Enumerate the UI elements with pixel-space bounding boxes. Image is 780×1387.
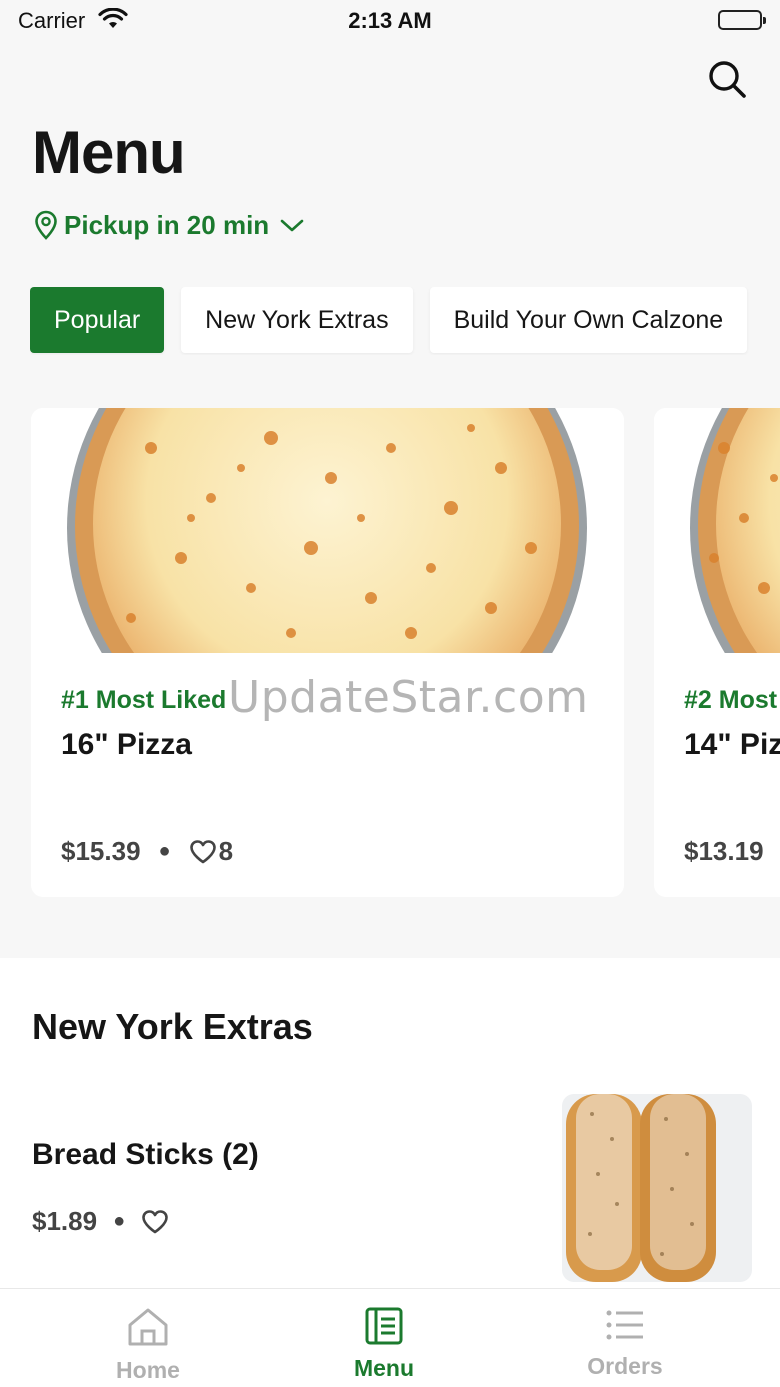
separator-dot: ● <box>158 840 171 862</box>
category-chip-build-your-own-calzone[interactable]: Build Your Own Calzone <box>429 287 748 353</box>
menu-section: New York Extras Bread Sticks (2) $1.89 ● <box>0 958 780 1298</box>
search-button[interactable] <box>706 58 748 100</box>
category-tabs: Popular New York Extras Build Your Own C… <box>30 287 780 355</box>
pizza-image <box>654 408 780 653</box>
category-chip-popular[interactable]: Popular <box>30 287 165 353</box>
tab-label: Menu <box>353 1355 415 1381</box>
card-price: $13.19 <box>684 836 764 866</box>
card-tag: #2 Most Liked <box>684 686 780 714</box>
heart-icon <box>189 839 216 863</box>
separator-dot: ● <box>113 1210 126 1232</box>
location-pin-icon <box>35 210 57 240</box>
tab-menu[interactable]: Menu <box>304 1307 464 1387</box>
status-bar: Carrier 2:13 AM <box>0 0 780 42</box>
tab-home[interactable]: Home <box>68 1307 228 1387</box>
like-count: 8 <box>218 836 234 866</box>
card-meta: $13.19 <box>684 836 764 867</box>
chevron-down-icon <box>280 219 304 232</box>
popular-card[interactable]: #1 Most Liked 16" Pizza $15.39 ● 8 <box>31 408 624 897</box>
pickup-label: Pickup in 20 min <box>64 209 270 240</box>
card-price: $15.39 <box>61 836 141 866</box>
bread-sticks-image[interactable] <box>562 1094 752 1282</box>
watermark: UpdateStar.com <box>228 672 589 723</box>
card-title: 14" Pizza <box>684 728 780 761</box>
tab-orders[interactable]: Orders <box>545 1307 705 1387</box>
battery-icon <box>718 10 766 30</box>
clock: 2:13 AM <box>348 8 432 33</box>
home-icon <box>128 1308 168 1346</box>
page-title: Menu <box>32 119 186 186</box>
tab-bar: Home Menu Orders <box>0 1288 780 1387</box>
item-price: $1.89 <box>32 1206 98 1236</box>
tab-label: Orders <box>587 1353 663 1379</box>
popular-carousel: #1 Most Liked 16" Pizza $15.39 ● 8 #2 Mo… <box>31 408 780 898</box>
card-tag: #1 Most Liked <box>61 686 227 714</box>
popular-card[interactable]: #2 Most Liked 14" Pizza $13.19 <box>654 408 780 897</box>
pizza-image <box>31 408 624 653</box>
search-icon <box>709 61 746 98</box>
like-button[interactable]: 8 <box>189 836 233 867</box>
list-icon <box>606 1310 643 1340</box>
item-name[interactable]: Bread Sticks (2) <box>32 1138 259 1172</box>
item-meta: $1.89 ● <box>32 1206 169 1237</box>
category-chip-new-york-extras[interactable]: New York Extras <box>181 287 413 353</box>
heart-icon[interactable] <box>141 1209 169 1235</box>
pickup-selector[interactable]: Pickup in 20 min <box>34 208 305 242</box>
card-title: 16" Pizza <box>61 728 192 761</box>
tab-label: Home <box>116 1357 180 1383</box>
section-title: New York Extras <box>32 1006 313 1047</box>
card-meta: $15.39 ● 8 <box>61 836 233 867</box>
menu-book-icon <box>365 1307 403 1345</box>
